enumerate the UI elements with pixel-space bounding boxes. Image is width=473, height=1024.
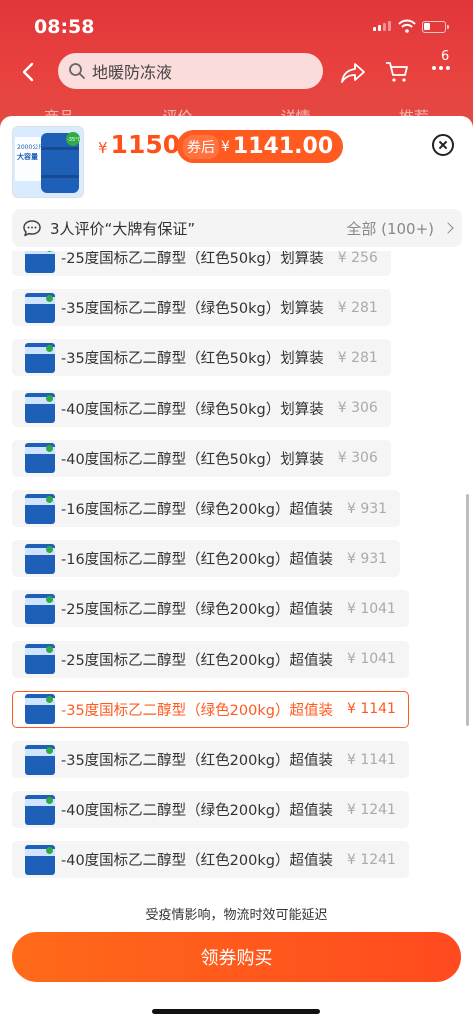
sku-option-thumbnail xyxy=(25,543,55,574)
sku-option[interactable]: -35度国标乙二醇型（绿色200kg）超值装 ¥ 1141 xyxy=(12,690,409,728)
scrollbar[interactable] xyxy=(466,494,469,726)
chat-bubble-icon xyxy=(23,220,41,237)
status-bar: 08:58 xyxy=(0,0,473,44)
status-time: 08:58 xyxy=(34,16,95,38)
sku-option-price: ¥ 1041 xyxy=(346,600,396,617)
sku-option-name: -35度国标乙二醇型（红色50kg）划算装 xyxy=(61,351,324,368)
reviews-summary: 3人评价“大牌有保证” xyxy=(50,219,196,238)
sku-option[interactable]: -40度国标乙二醇型（绿色200kg）超值装 ¥ 1241 xyxy=(12,791,409,829)
search-bar[interactable]: 地暖防冻液 xyxy=(58,53,323,89)
sku-option[interactable]: -25度国标乙二醇型（红色200kg）超值装 ¥ 1041 xyxy=(12,640,409,678)
cart-icon[interactable] xyxy=(384,60,410,84)
buy-with-coupon-button[interactable]: 领券购买 xyxy=(12,932,461,982)
sku-option-price: ¥ 1141 xyxy=(346,751,396,768)
sku-option-name: -16度国标乙二醇型（绿色200kg）超值装 xyxy=(61,502,333,518)
sku-option-price: ¥ 281 xyxy=(337,299,378,316)
thumb-caption-2: 大容量 xyxy=(17,152,38,161)
sku-option-price: ¥ 306 xyxy=(337,400,378,417)
sku-option-price: ¥ 306 xyxy=(337,450,378,467)
sku-option-thumbnail xyxy=(25,292,55,323)
sku-option[interactable]: -40度国标乙二醇型（绿色50kg）划算装 ¥ 306 xyxy=(12,389,391,427)
sku-option[interactable]: -16度国标乙二醇型（绿色200kg）超值装 ¥ 931 xyxy=(12,490,401,527)
price-value: 1150 xyxy=(110,130,181,159)
coupon-price-pill: 券后 ¥ 1141.00 xyxy=(177,130,344,163)
sku-option-name: -35度国标乙二醇型（绿色200kg）超值装 xyxy=(61,702,333,719)
sku-option-thumbnail xyxy=(25,844,55,875)
sku-option-name: -25度国标乙二醇型（绿色200kg）超值装 xyxy=(61,602,333,619)
sku-bottom-sheet: 2000公斤 大容量 -35°C ¥ 1150 券后 ¥ 1141.00 3人评… xyxy=(0,116,473,1024)
sku-option-name: -25度国标乙二醇型（红色50kg）划算装 xyxy=(61,251,324,267)
reviews-bar[interactable]: 3人评价“大牌有保证” 全部 (100+) xyxy=(12,209,462,247)
more-icon[interactable] xyxy=(432,66,450,70)
search-icon xyxy=(69,63,85,79)
thumb-caption-1: 2000公斤 xyxy=(17,143,44,151)
sku-option-name: -40度国标乙二醇型（红色50kg）划算装 xyxy=(61,451,324,468)
original-price: ¥ 1150 xyxy=(98,130,180,159)
sku-option-thumbnail xyxy=(25,593,55,624)
sku-option-price: ¥ 931 xyxy=(346,550,388,567)
sku-option-price: ¥ 281 xyxy=(337,349,378,366)
sku-options-list[interactable]: -25度国标乙二醇型（红色50kg）划算装 ¥ 256 -35度国标乙二醇型（绿色5… xyxy=(0,251,473,891)
sku-option-thumbnail xyxy=(25,694,55,725)
sku-option[interactable]: -35度国标乙二醇型（红色200kg）超值装 ¥ 1141 xyxy=(12,741,409,778)
product-thumbnail[interactable]: 2000公斤 大容量 -35°C xyxy=(12,126,84,198)
sku-option-thumbnail xyxy=(25,744,55,775)
sku-option-name: -35度国标乙二醇型（红色200kg）超值装 xyxy=(61,753,333,769)
logistics-notice: 受疫情影响，物流时效可能延迟 xyxy=(145,908,328,923)
cart-badge: 6 xyxy=(441,49,450,64)
product-drum-image: 2000公斤 大容量 -35°C xyxy=(13,127,83,197)
sku-option-price: ¥ 931 xyxy=(346,500,388,517)
reviews-all-link[interactable]: 全部 (100+) xyxy=(346,218,434,239)
sku-option-price: ¥ 256 xyxy=(337,251,378,266)
search-text: 地暖防冻液 xyxy=(92,63,173,82)
sku-option[interactable]: -16度国标乙二醇型（红色200kg）超值装 ¥ 931 xyxy=(12,540,401,578)
chevron-right-icon xyxy=(442,222,454,234)
sku-option[interactable]: -40度国标乙二醇型（红色200kg）超值装 ¥ 1241 xyxy=(12,841,409,879)
sku-option[interactable]: -25度国标乙二醇型（绿色200kg）超值装 ¥ 1041 xyxy=(12,590,409,628)
battery-icon xyxy=(422,21,449,33)
coupon-currency: ¥ xyxy=(221,138,230,155)
sku-option-thumbnail xyxy=(25,644,55,675)
back-icon[interactable] xyxy=(18,61,40,83)
sku-option[interactable]: -40度国标乙二醇型（红色50kg）划算装 ¥ 306 xyxy=(12,439,391,477)
sku-option-thumbnail xyxy=(25,443,55,474)
home-indicator xyxy=(152,1009,320,1014)
wifi-icon xyxy=(398,19,416,33)
signal-icon xyxy=(373,21,391,31)
coupon-price: 1141.00 xyxy=(232,134,334,159)
sku-option-thumbnail xyxy=(25,251,55,273)
thumb-badge: -35°C xyxy=(67,137,82,143)
sku-option-price: ¥ 1041 xyxy=(346,651,396,668)
sku-option-name: -16度国标乙二醇型（红色200kg）超值装 xyxy=(61,552,333,569)
sku-option-name: -40度国标乙二醇型（绿色200kg）超值装 xyxy=(61,803,333,820)
sku-option-thumbnail xyxy=(25,493,55,524)
sku-option[interactable]: -35度国标乙二醇型（绿色50kg）划算装 ¥ 281 xyxy=(12,289,391,327)
sku-option-thumbnail xyxy=(25,393,55,424)
sku-option[interactable]: -35度国标乙二醇型（红色50kg）划算装 ¥ 281 xyxy=(12,339,391,377)
sku-option[interactable]: -25度国标乙二醇型（红色50kg）划算装 ¥ 256 xyxy=(12,251,391,276)
sku-option-price: ¥ 1141 xyxy=(346,701,396,718)
sku-option-thumbnail xyxy=(25,794,55,825)
sku-option-thumbnail xyxy=(25,342,55,373)
share-icon[interactable] xyxy=(340,61,366,85)
sku-option-price: ¥ 1241 xyxy=(346,851,396,868)
coupon-label: 券后 xyxy=(183,134,219,159)
sku-option-name: -40度国标乙二醇型（绿色50kg）划算装 xyxy=(61,401,324,418)
sku-option-price: ¥ 1241 xyxy=(346,801,396,818)
sku-option-name: -25度国标乙二醇型（红色200kg）超值装 xyxy=(61,652,333,669)
close-icon[interactable] xyxy=(432,134,454,156)
price-currency: ¥ xyxy=(98,139,108,157)
sku-option-name: -40度国标乙二醇型（红色200kg）超值装 xyxy=(61,853,333,870)
sku-option-name: -35度国标乙二醇型（绿色50kg）划算装 xyxy=(61,301,324,318)
